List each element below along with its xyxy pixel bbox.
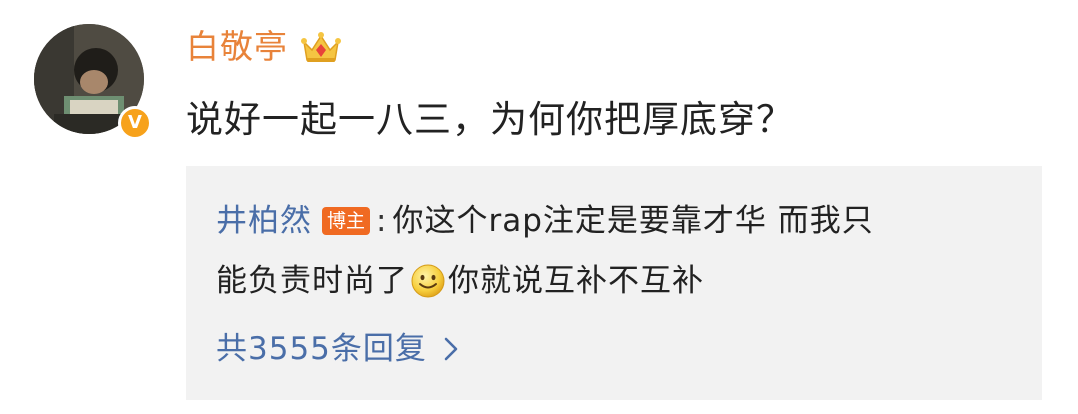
- comment-text: 说好一起一八三，为何你把厚底穿？: [186, 98, 794, 141]
- avatar[interactable]: V: [34, 24, 152, 142]
- reply-box[interactable]: 井柏然 博主 : 你这个rap注定是要靠才华 而我只 能负责时尚了 你就说互补不…: [186, 166, 1042, 400]
- author-badge: 博主: [322, 207, 371, 235]
- more-replies-link[interactable]: 共3555条回复: [216, 324, 459, 374]
- verified-badge: V: [118, 106, 152, 140]
- reply-line: 井柏然 博主 : 你这个rap注定是要靠才华 而我只: [216, 196, 874, 246]
- crown-icon: [301, 32, 341, 62]
- more-replies-label[interactable]: 共3555条回复: [216, 324, 427, 374]
- reply-line: 能负责时尚了 你就说互补不互补: [216, 256, 704, 306]
- comment-username[interactable]: 白敬亭: [186, 22, 288, 72]
- chevron-right-icon[interactable]: [443, 335, 459, 363]
- reply-separator: :: [376, 203, 387, 239]
- reply-text-part1: 你这个rap注定是要靠才华 而我只: [392, 203, 874, 239]
- smile-icon: [411, 264, 445, 298]
- reply-author[interactable]: 井柏然: [216, 196, 312, 246]
- comment-header: 白敬亭: [186, 22, 342, 72]
- reply-text-part2: 能负责时尚了: [216, 263, 408, 299]
- reply-text-part3: 你就说互补不互补: [448, 263, 704, 299]
